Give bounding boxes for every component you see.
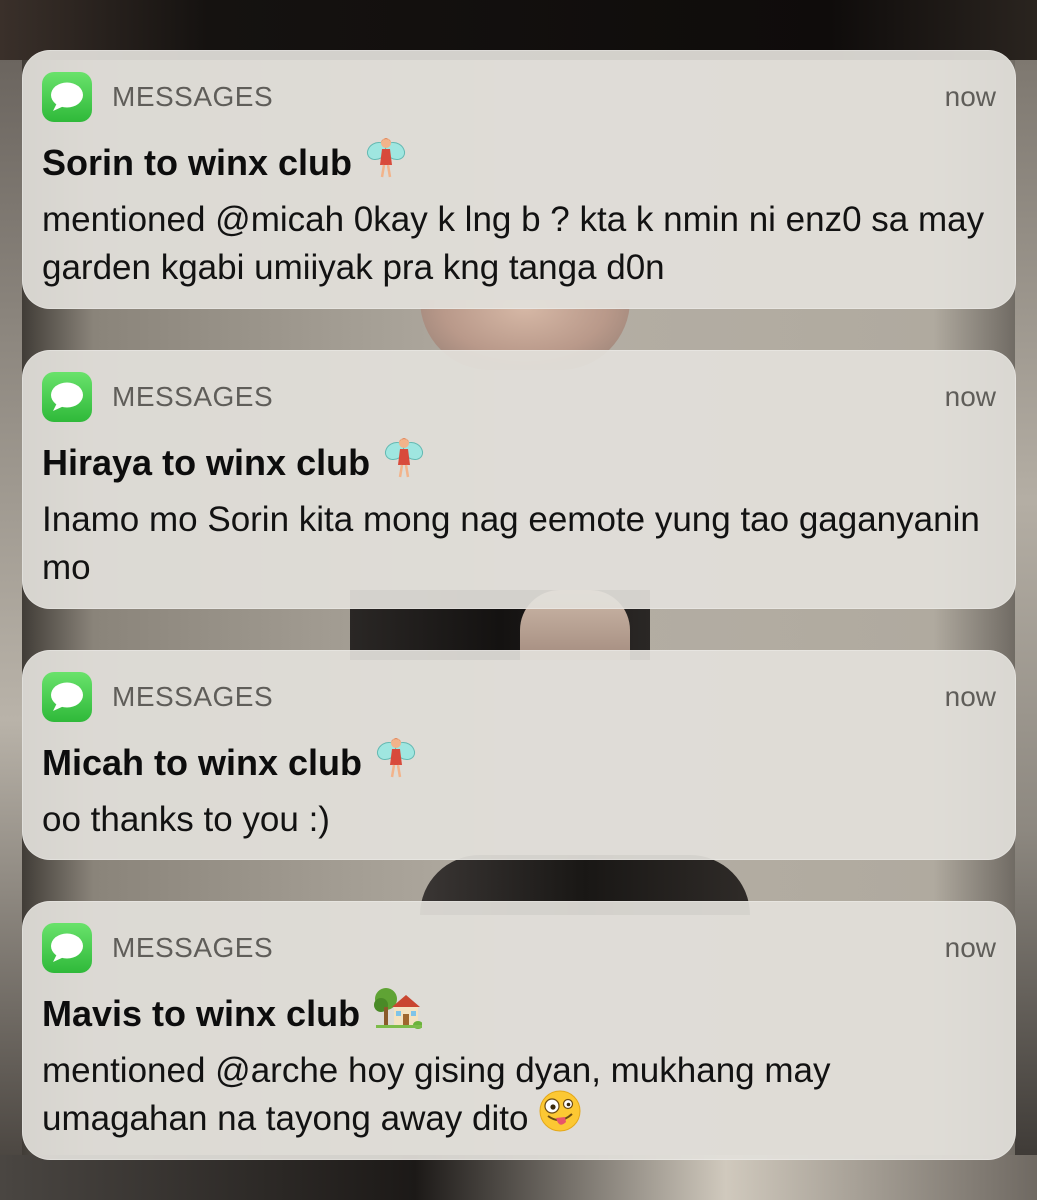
messages-bubble-icon [42, 923, 92, 973]
notification-stack: MESSAGES now Sorin to winx club mentione… [0, 0, 1037, 1200]
notification-card[interactable]: MESSAGES now Micah to winx club oo thank… [22, 650, 1016, 860]
notification-body-text: mentioned @arche hoy gising dyan, mukhan… [42, 1051, 831, 1138]
notification-time: now [944, 381, 996, 412]
messages-bubble-icon [42, 672, 92, 722]
notification-header: MESSAGES now [42, 672, 996, 722]
notification-header: MESSAGES now [42, 923, 996, 973]
notification-time: now [944, 932, 996, 963]
messages-bubble-icon [42, 372, 92, 422]
notification-header: MESSAGES now [42, 72, 996, 122]
app-name: MESSAGES [112, 932, 274, 963]
messages-bubble-icon [42, 72, 92, 122]
fairy-icon [366, 135, 406, 188]
app-name: MESSAGES [112, 81, 274, 112]
notification-body: mentioned @micah 0kay k lng b ? kta k nm… [42, 200, 985, 287]
notification-title-text: Mavis to winx club [42, 993, 361, 1034]
notification-title-text: Sorin to winx club [42, 142, 353, 183]
notification-body: Inamo mo Sorin kita mong nag eemote yung… [42, 500, 980, 587]
notification-title-text: Micah to winx club [42, 742, 363, 783]
notification-time: now [944, 81, 996, 112]
notification-header: MESSAGES now [42, 372, 996, 422]
notification-card[interactable]: MESSAGES now Hiraya to winx club Inamo m… [22, 350, 1016, 609]
app-name: MESSAGES [112, 681, 274, 712]
notification-body: oo thanks to you :) [42, 800, 330, 839]
zany-face-icon [538, 1089, 582, 1146]
notification-title: Mavis to winx club [42, 987, 996, 1038]
notification-title: Micah to winx club [42, 737, 996, 788]
notification-title: Sorin to winx club [42, 137, 996, 188]
app-name: MESSAGES [112, 381, 274, 412]
fairy-icon [376, 735, 416, 788]
house-with-garden-icon [374, 987, 424, 1038]
notification-title-text: Hiraya to winx club [42, 442, 371, 483]
notification-title: Hiraya to winx club [42, 437, 996, 488]
notification-time: now [944, 681, 996, 712]
fairy-icon [384, 435, 424, 488]
notification-body: mentioned @arche hoy gising dyan, mukhan… [42, 1047, 996, 1146]
notification-card[interactable]: MESSAGES now Sorin to winx club mentione… [22, 50, 1016, 309]
notification-card[interactable]: MESSAGES now Mavis to winx club mentione… [22, 901, 1016, 1160]
